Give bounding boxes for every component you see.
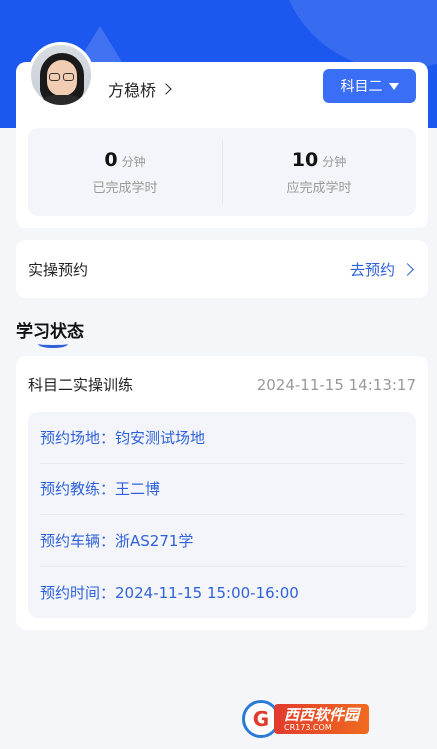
user-name: 方稳桥 bbox=[108, 81, 157, 100]
stat-completed: 0 分钟 已完成学时 bbox=[28, 128, 222, 216]
stat-required: 10 分钟 应完成学时 bbox=[222, 128, 416, 216]
study-hours-stats: 0 分钟 已完成学时 10 分钟 应完成学时 bbox=[28, 128, 416, 216]
user-name-link[interactable]: 方稳桥 bbox=[108, 77, 172, 101]
appointment-title: 实操预约 bbox=[28, 260, 89, 279]
profile-card: 方稳桥 科目二 0 分钟 已完成学时 10 分钟 应完成学时 bbox=[16, 42, 428, 228]
stat-label: 已完成学时 bbox=[92, 180, 158, 196]
study-status-card: 科目二实操训练 2024-11-15 14:13:17 预约场地：钧安测试场地 … bbox=[16, 356, 428, 630]
stat-unit: 分钟 bbox=[121, 154, 146, 169]
subject-label: 科目二 bbox=[340, 79, 383, 95]
subject-select-button[interactable]: 科目二 bbox=[323, 69, 416, 103]
watermark: G 西西软件园 CR173.COM bbox=[242, 700, 370, 738]
section-title-underline bbox=[38, 340, 68, 348]
status-timestamp: 2024-11-15 14:13:17 bbox=[256, 375, 416, 394]
header-decoration-circle bbox=[278, 0, 437, 70]
section-title: 学习状态 bbox=[16, 322, 84, 342]
watermark-text: 西西软件园 bbox=[284, 705, 360, 724]
go-book-label: 去预约 bbox=[349, 260, 395, 279]
caret-down-icon bbox=[388, 82, 399, 90]
stat-value: 0 bbox=[104, 148, 118, 171]
stat-label: 应完成学时 bbox=[286, 180, 352, 196]
go-book-link[interactable]: 去预约 bbox=[349, 259, 414, 280]
stat-unit: 分钟 bbox=[322, 154, 347, 169]
watermark-box: 西西软件园 CR173.COM bbox=[274, 704, 370, 734]
appointment-details: 预约场地：钧安测试场地 预约教练：王二博 预约车辆：浙AS271学 预约时间：2… bbox=[28, 412, 416, 618]
watermark-subtext: CR173.COM bbox=[284, 722, 332, 732]
practical-appointment-row[interactable]: 实操预约 去预约 bbox=[16, 240, 428, 298]
chevron-right-icon bbox=[401, 262, 414, 276]
stat-value: 10 bbox=[291, 148, 319, 171]
detail-coach: 预约教练：王二博 bbox=[40, 464, 404, 515]
detail-time: 预约时间：2024-11-15 15:00-16:00 bbox=[40, 583, 299, 602]
status-header: 科目二实操训练 2024-11-15 14:13:17 bbox=[28, 374, 416, 395]
status-course-name: 科目二实操训练 bbox=[28, 376, 134, 394]
chevron-right-icon bbox=[160, 83, 172, 95]
avatar[interactable] bbox=[28, 42, 94, 108]
detail-venue: 预约场地：钧安测试场地 bbox=[40, 412, 404, 464]
detail-vehicle: 预约车辆：浙AS271学 bbox=[40, 515, 404, 567]
